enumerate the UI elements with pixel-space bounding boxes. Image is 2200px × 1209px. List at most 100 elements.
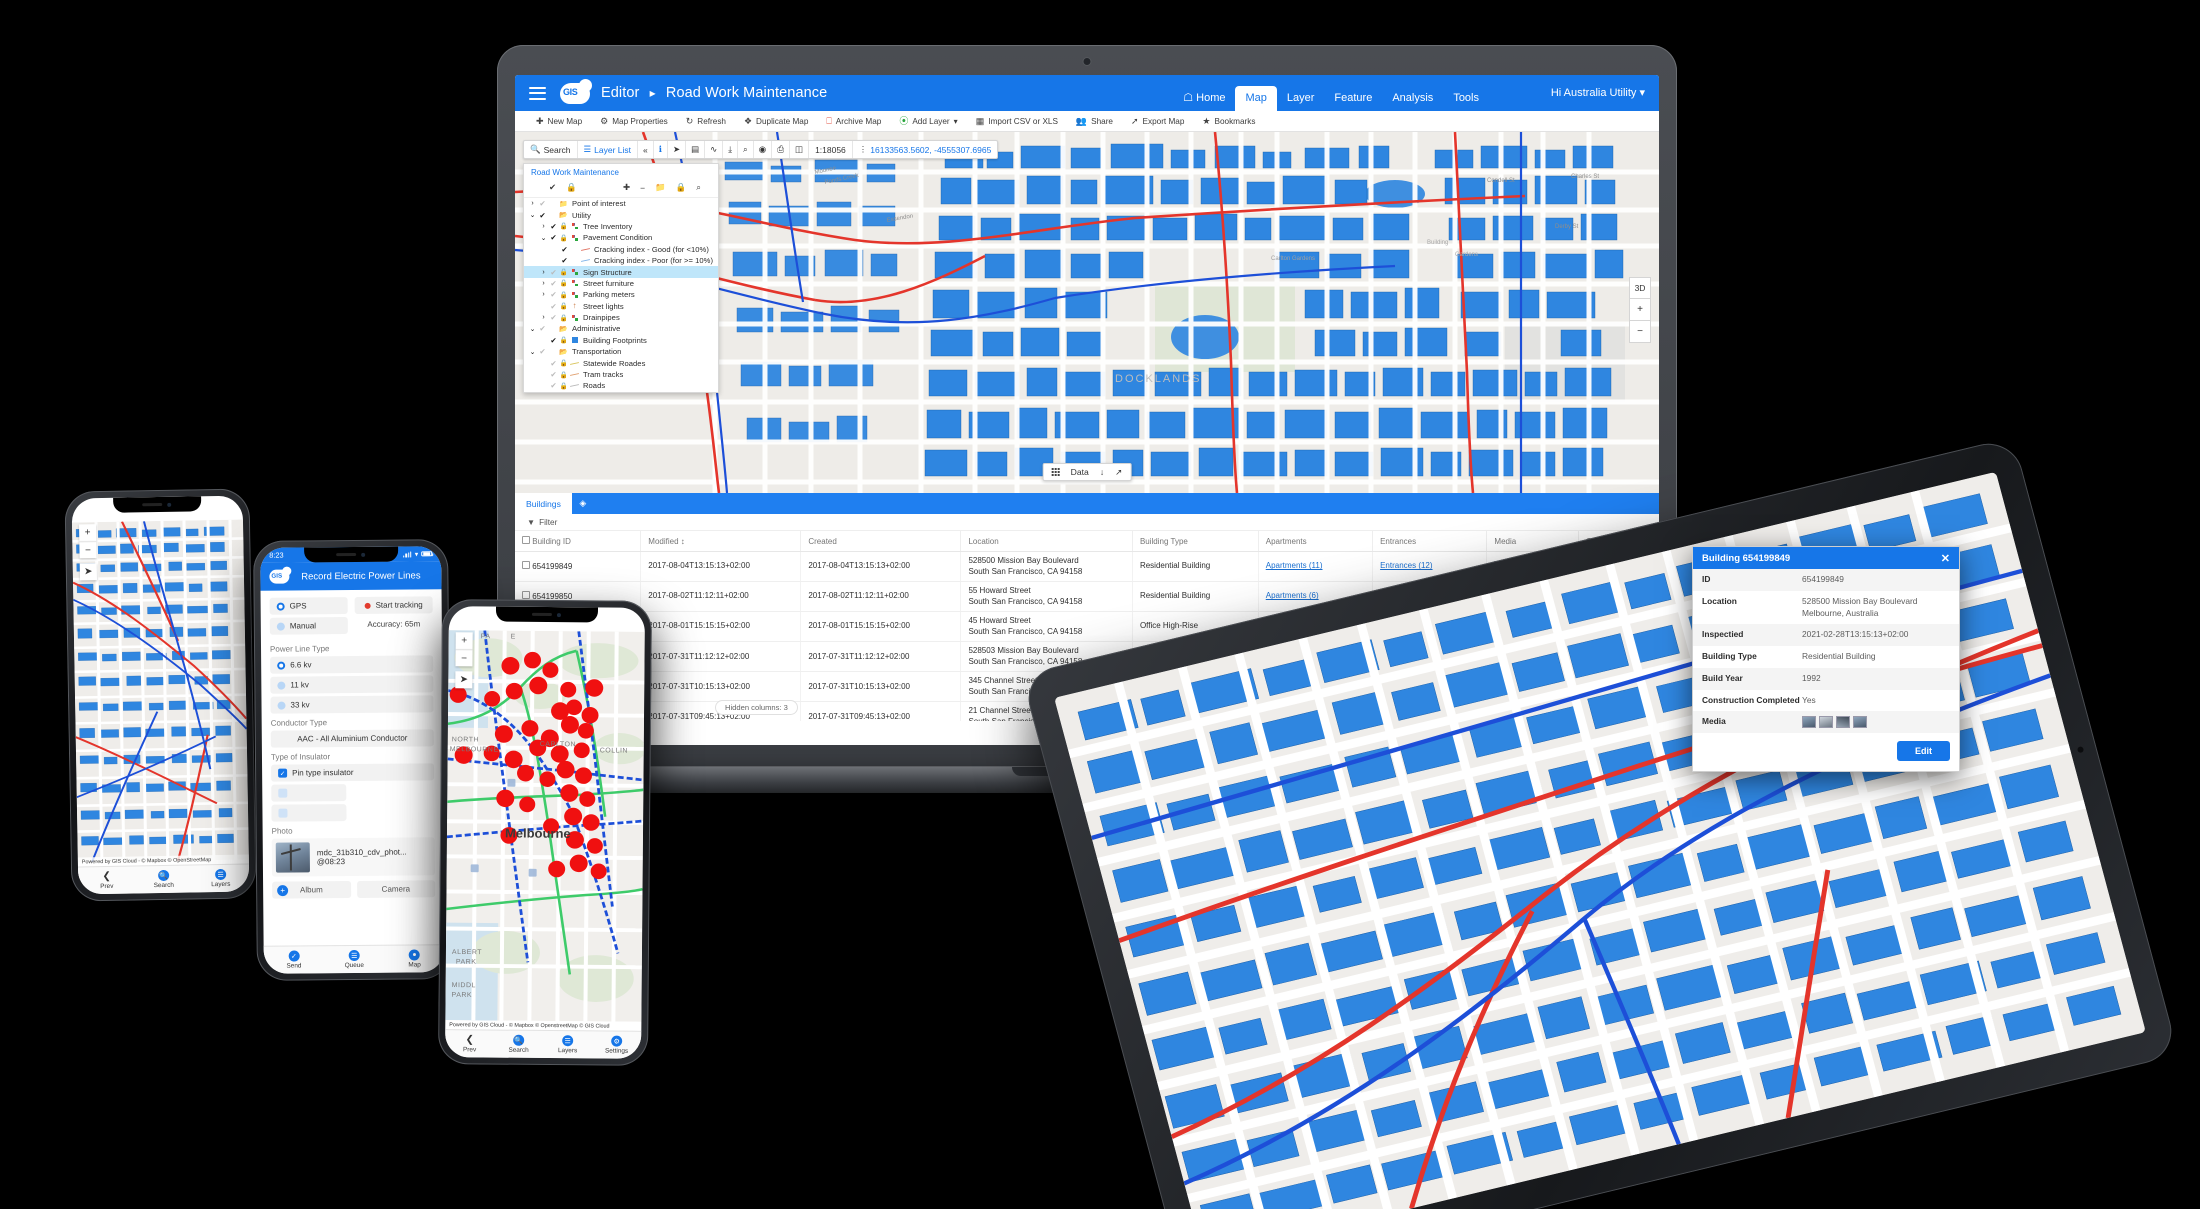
photo-attachment-row[interactable]: mdc_31b310_cdv_phot... @08:23 <box>271 837 436 877</box>
tab-search[interactable]: 🔍 Search <box>135 869 192 889</box>
layer-visibility-checkbox[interactable]: ✔ <box>537 199 548 208</box>
layer-lock-icon[interactable]: 🔒 <box>676 182 687 193</box>
layer-lock-icon[interactable]: 🔒 <box>559 359 569 367</box>
tab-send[interactable]: ✓ Send <box>264 950 324 970</box>
layer-visibility-checkbox[interactable]: ✔ <box>548 290 559 299</box>
phone-map-screen[interactable]: 9:41 ▾ ◀ Search NORTH MELBOURNE CARLTON … <box>445 606 645 1059</box>
layer-item[interactable]: ⌄ ✔ 📂 Administrative <box>524 323 718 334</box>
row-checkbox[interactable] <box>522 560 530 569</box>
select-cursor-icon[interactable]: ➤ <box>668 141 687 158</box>
layer-visibility-checkbox[interactable]: ✔ <box>537 324 548 333</box>
locate-me-button[interactable]: ➤ <box>79 563 97 581</box>
map-zoom-out-button[interactable]: − <box>1629 321 1651 343</box>
layer-item[interactable]: ⌄ ✔ 📂 Transportation <box>524 346 718 357</box>
tab-settings[interactable]: ⚙ Settings <box>592 1035 641 1055</box>
check-all-icon[interactable]: ✔ <box>549 182 556 193</box>
layer-visibility-checkbox[interactable]: ✔ <box>548 222 559 231</box>
map-search-tool[interactable]: 🔍 Search <box>524 141 578 158</box>
legend-icon[interactable]: ◫ <box>790 141 810 158</box>
expand-caret-icon[interactable]: ⌄ <box>539 234 548 242</box>
layer-lock-icon[interactable]: 🔒 <box>559 302 569 310</box>
map-canvas[interactable]: Condell St Charles St Building Gardens D… <box>515 132 1659 493</box>
column-header[interactable]: Building ID <box>515 531 642 552</box>
layer-item[interactable]: › ✔ 🔒 Tree Inventory <box>524 221 718 232</box>
layer-item[interactable]: ✔ 🔒 Statewide Roades <box>524 357 718 368</box>
expand-caret-icon[interactable]: › <box>539 314 548 321</box>
layer-search-icon[interactable]: ⌕ <box>696 182 701 193</box>
layer-visibility-checkbox[interactable]: ✔ <box>548 370 559 379</box>
layer-lock-icon[interactable]: 🔒 <box>559 382 569 390</box>
tab-prev[interactable]: ❮ Prev <box>78 870 135 890</box>
user-menu[interactable]: Hi Australia Utility ▾ <box>1551 86 1645 99</box>
zoom-out-button[interactable]: − <box>79 541 97 559</box>
phone-form-screen[interactable]: 8:23 ▾ GIS Record Electric Power Lines G… <box>260 546 445 974</box>
toolbar-import-csv[interactable]: ▦ Import CSV or XLS <box>967 116 1067 126</box>
nav-item-tools[interactable]: Tools <box>1443 86 1489 111</box>
camera-button[interactable]: Camera <box>356 880 436 898</box>
zoom-out-button[interactable]: − <box>455 649 473 667</box>
filter-bar[interactable]: ▼ Filter <box>515 514 1659 531</box>
pin-drop-icon[interactable]: ⤓ <box>723 141 739 158</box>
layer-item[interactable]: ✔ 🔒 Building Footprints <box>524 335 718 346</box>
edit-button[interactable]: Edit <box>1897 741 1950 762</box>
insulator-option-2[interactable] <box>271 784 347 802</box>
toolbar-map-properties[interactable]: ⚙ Map Properties <box>591 116 677 126</box>
toolbar-share[interactable]: 👥 Share <box>1067 116 1122 126</box>
phone-left-back-button[interactable]: ◀ Search <box>78 513 106 521</box>
power-line-option-11kv[interactable]: 11 kv <box>270 675 434 694</box>
layer-visibility-checkbox[interactable]: ✔ <box>548 336 559 345</box>
tab-layers[interactable]: ☰ Layers <box>192 868 249 888</box>
nav-item-analysis[interactable]: Analysis <box>1382 86 1443 111</box>
menu-icon[interactable] <box>529 86 546 100</box>
layer-item[interactable]: ⌄ ✔ 📂 Utility <box>524 209 718 220</box>
layer-item[interactable]: ✔ 🔒 Roads <box>524 380 718 391</box>
layer-list-tool[interactable]: ☰ Layer List <box>578 141 639 158</box>
expand-caret-icon[interactable]: › <box>528 200 537 207</box>
column-header[interactable]: Entrances <box>1372 531 1488 552</box>
layer-lock-icon[interactable]: 🔒 <box>559 291 569 299</box>
mode-option-manual[interactable]: Manual <box>269 617 348 635</box>
expand-icon[interactable]: ↗ <box>1115 467 1122 478</box>
toolbar-duplicate-map[interactable]: ❖ Duplicate Map <box>735 116 817 126</box>
layer-item[interactable]: ✔ Cracking index - Good (for <10%) <box>524 244 718 255</box>
locate-me-button[interactable]: ➤ <box>455 671 473 689</box>
new-folder-icon[interactable]: 📁 <box>655 182 666 193</box>
layer-lock-icon[interactable]: 🔒 <box>559 314 569 322</box>
layer-visibility-checkbox[interactable]: ✔ <box>537 347 548 356</box>
phone-map-back-button[interactable]: ◀ Search <box>455 621 483 629</box>
layer-visibility-checkbox[interactable]: ✔ <box>548 279 559 288</box>
map-zoom-in-button[interactable]: + <box>1629 299 1651 321</box>
globe-icon[interactable]: ◉ <box>754 141 773 158</box>
layer-item[interactable]: › ✔ 📁 Point of interest <box>524 198 718 209</box>
layer-visibility-checkbox[interactable]: ✔ <box>559 256 570 265</box>
data-label[interactable]: Data <box>1071 467 1089 477</box>
layer-item[interactable]: › ✔ 🔒 Drainpipes <box>524 312 718 323</box>
drag-handle-icon[interactable]: ⋮ <box>859 144 868 155</box>
hidden-columns-badge[interactable]: Hidden columns: 3 <box>715 700 798 715</box>
collapse-tool[interactable]: « <box>638 141 654 158</box>
expand-caret-icon[interactable]: › <box>539 280 548 287</box>
lock-all-icon[interactable]: 🔒 <box>566 182 577 193</box>
toolbar-new-map[interactable]: ✚ New Map <box>527 116 591 126</box>
layer-lock-icon[interactable]: 🔒 <box>559 222 569 230</box>
collapse-down-icon[interactable]: ↓ <box>1100 467 1104 477</box>
info-icon[interactable]: ℹ <box>654 141 668 158</box>
nav-item-feature[interactable]: Feature <box>1324 86 1382 111</box>
toolbar-export-map[interactable]: ➚ Export Map <box>1122 116 1193 126</box>
layer-item[interactable]: › ✔ 🔒 Sign Structure <box>524 266 718 278</box>
toolbar-archive-map[interactable]: ⎕ Archive Map <box>817 116 890 126</box>
layer-visibility-checkbox[interactable]: ✔ <box>548 381 559 390</box>
layer-item[interactable]: › ✔ 🔒 Parking meters <box>524 289 718 300</box>
layer-item[interactable]: ✔ 🔒 ↑ Street lights <box>524 301 718 312</box>
add-tab-icon[interactable]: ◈ <box>572 493 594 514</box>
layer-item[interactable]: ✔ 🔒 Tram tracks <box>524 369 718 380</box>
column-header[interactable]: Modified ↕ <box>640 531 802 552</box>
sort-icon[interactable]: ↕ <box>681 537 685 546</box>
insulator-option-pin[interactable]: ✓ Pin type insulator <box>271 763 435 782</box>
nav-item-layer[interactable]: Layer <box>1277 86 1325 111</box>
column-header[interactable]: Building Type <box>1132 531 1259 552</box>
tab-queue[interactable]: ☰ Queue <box>324 949 384 970</box>
breadcrumb-root[interactable]: Editor <box>601 85 639 101</box>
layer-visibility-checkbox[interactable]: ✔ <box>537 211 548 220</box>
select-all-checkbox[interactable] <box>522 536 530 544</box>
